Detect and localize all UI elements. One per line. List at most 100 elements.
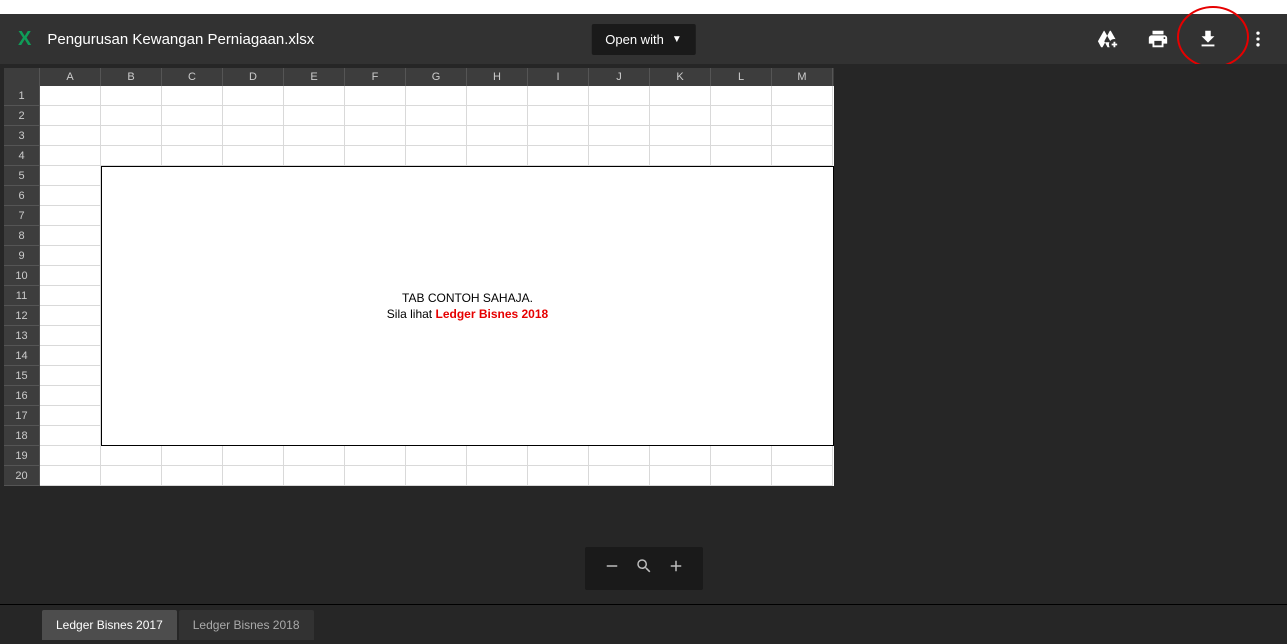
- col-head[interactable]: I: [528, 68, 589, 86]
- cell[interactable]: [772, 106, 833, 126]
- add-to-drive-icon[interactable]: [1097, 28, 1119, 50]
- cell[interactable]: [589, 446, 650, 466]
- cell[interactable]: [406, 466, 467, 486]
- row-head[interactable]: 17: [4, 406, 40, 426]
- cell[interactable]: [162, 466, 223, 486]
- print-icon[interactable]: [1147, 28, 1169, 50]
- cell[interactable]: [101, 126, 162, 146]
- cell[interactable]: [772, 466, 833, 486]
- cell[interactable]: [528, 446, 589, 466]
- row-head[interactable]: 3: [4, 126, 40, 146]
- cell[interactable]: [467, 466, 528, 486]
- col-head[interactable]: C: [162, 68, 223, 86]
- cell[interactable]: [528, 146, 589, 166]
- row-head[interactable]: 19: [4, 446, 40, 466]
- cell[interactable]: [345, 126, 406, 146]
- cell[interactable]: [711, 86, 772, 106]
- cell[interactable]: [711, 126, 772, 146]
- cell[interactable]: [284, 446, 345, 466]
- row-head[interactable]: 18: [4, 426, 40, 446]
- cell[interactable]: [223, 86, 284, 106]
- cell[interactable]: [650, 466, 711, 486]
- zoom-reset-button[interactable]: [635, 557, 653, 580]
- cell[interactable]: [345, 466, 406, 486]
- cell[interactable]: [40, 446, 101, 466]
- row-head[interactable]: 9: [4, 246, 40, 266]
- cell[interactable]: [223, 146, 284, 166]
- col-head[interactable]: B: [101, 68, 162, 86]
- row-head[interactable]: 14: [4, 346, 40, 366]
- cell[interactable]: [650, 86, 711, 106]
- row-head[interactable]: 5: [4, 166, 40, 186]
- cell[interactable]: [223, 466, 284, 486]
- col-head[interactable]: M: [772, 68, 833, 86]
- col-head[interactable]: D: [223, 68, 284, 86]
- cell[interactable]: [40, 126, 101, 146]
- cell[interactable]: [650, 106, 711, 126]
- cell[interactable]: [284, 106, 345, 126]
- cell[interactable]: [772, 446, 833, 466]
- cell[interactable]: [40, 246, 101, 266]
- cell[interactable]: [589, 146, 650, 166]
- cell[interactable]: [650, 446, 711, 466]
- cell[interactable]: [40, 466, 101, 486]
- row-head[interactable]: 15: [4, 366, 40, 386]
- cell[interactable]: [284, 126, 345, 146]
- cell[interactable]: [101, 466, 162, 486]
- cell[interactable]: [711, 146, 772, 166]
- cell[interactable]: [162, 106, 223, 126]
- cell[interactable]: [345, 446, 406, 466]
- cell[interactable]: [345, 86, 406, 106]
- cell[interactable]: [467, 446, 528, 466]
- cell[interactable]: [40, 386, 101, 406]
- row-head[interactable]: 1: [4, 86, 40, 106]
- cell[interactable]: [528, 106, 589, 126]
- cell[interactable]: [40, 366, 101, 386]
- cell[interactable]: [40, 166, 101, 186]
- row-head[interactable]: 8: [4, 226, 40, 246]
- col-head[interactable]: A: [40, 68, 101, 86]
- cell[interactable]: [40, 406, 101, 426]
- row-head[interactable]: 13: [4, 326, 40, 346]
- col-head[interactable]: K: [650, 68, 711, 86]
- cell[interactable]: [650, 126, 711, 146]
- cell[interactable]: [772, 86, 833, 106]
- col-head[interactable]: G: [406, 68, 467, 86]
- col-head[interactable]: L: [711, 68, 772, 86]
- col-head[interactable]: F: [345, 68, 406, 86]
- cell[interactable]: [650, 146, 711, 166]
- zoom-in-button[interactable]: [667, 557, 685, 580]
- cell[interactable]: [528, 126, 589, 146]
- row-head[interactable]: 6: [4, 186, 40, 206]
- cell[interactable]: [589, 86, 650, 106]
- cell[interactable]: [406, 126, 467, 146]
- cell[interactable]: [162, 146, 223, 166]
- row-head[interactable]: 2: [4, 106, 40, 126]
- cell[interactable]: [223, 126, 284, 146]
- cell[interactable]: [40, 86, 101, 106]
- cell[interactable]: [406, 446, 467, 466]
- cell[interactable]: [345, 146, 406, 166]
- cell[interactable]: [467, 106, 528, 126]
- cell[interactable]: [40, 286, 101, 306]
- open-with-button[interactable]: Open with ▼: [591, 24, 695, 55]
- sheet-tab[interactable]: Ledger Bisnes 2017: [42, 610, 177, 640]
- cell[interactable]: [589, 126, 650, 146]
- cell[interactable]: [589, 466, 650, 486]
- cell[interactable]: [101, 446, 162, 466]
- cell[interactable]: [589, 106, 650, 126]
- col-head[interactable]: J: [589, 68, 650, 86]
- cell[interactable]: [406, 86, 467, 106]
- row-head[interactable]: 10: [4, 266, 40, 286]
- cell[interactable]: [711, 106, 772, 126]
- cell[interactable]: [223, 446, 284, 466]
- cell[interactable]: [284, 86, 345, 106]
- sheet-tab[interactable]: Ledger Bisnes 2018: [179, 610, 314, 640]
- cell[interactable]: [528, 466, 589, 486]
- cell[interactable]: [284, 466, 345, 486]
- cell[interactable]: [40, 306, 101, 326]
- cell[interactable]: [40, 326, 101, 346]
- cell[interactable]: [40, 106, 101, 126]
- cell[interactable]: [772, 126, 833, 146]
- cell[interactable]: [223, 106, 284, 126]
